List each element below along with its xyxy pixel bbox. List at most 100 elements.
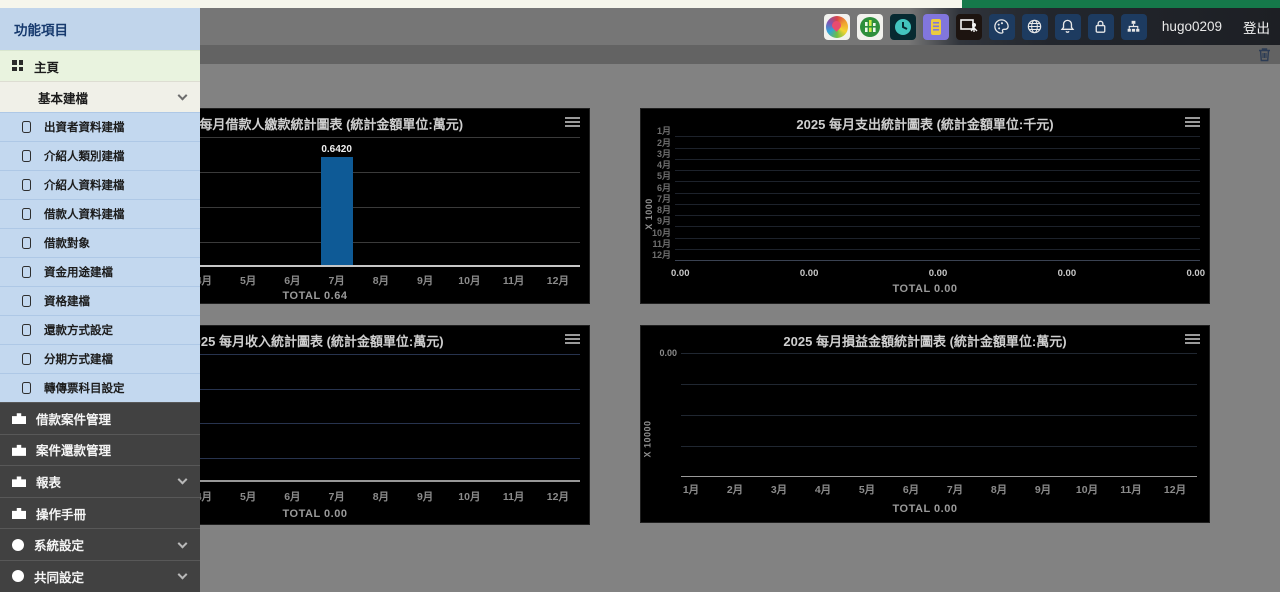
y-axis-tick: 0.00 [659, 348, 681, 358]
card-icon [22, 382, 31, 394]
chevron-down-icon [178, 570, 188, 580]
sidebar-item-label: 系統設定 [34, 535, 84, 554]
chart-panel-monthly-expense: 2025 每月支出統計圖表 (統計金額單位:千元) X 1000 1月 2月 3… [640, 108, 1210, 304]
app-logo-icon[interactable] [824, 14, 850, 40]
sidebar-sub-item[interactable]: 轉傳票科目設定 [0, 373, 200, 402]
card-icon [22, 353, 31, 365]
category-row: 9月 [675, 216, 1200, 227]
plot-area: 0.00 [681, 353, 1197, 477]
sidebar-sub-item[interactable]: 資格建檔 [0, 286, 200, 315]
x-axis-tick: 3月 [757, 482, 801, 497]
sitemap-glyph-icon [1125, 18, 1142, 35]
sidebar-sub-item[interactable]: 介紹人類別建檔 [0, 141, 200, 170]
scroll-app-icon[interactable] [923, 14, 949, 40]
sidebar-item-label: 報表 [36, 472, 61, 491]
x-axis-tick: 0.00 [1058, 268, 1077, 279]
category-row: 1月 [675, 126, 1200, 137]
palette-glyph-icon [993, 18, 1010, 35]
sidebar-item-system-settings[interactable]: 系統設定 [0, 528, 200, 560]
sidebar-item-label: 出資者資料建檔 [44, 119, 125, 135]
chevron-down-icon [178, 475, 188, 485]
chart-menu-icon[interactable] [565, 117, 580, 127]
sidebar-item-label: 主頁 [34, 57, 59, 76]
logout-link[interactable]: 登出 [1243, 17, 1270, 37]
chart-total-label: TOTAL 0.00 [641, 503, 1209, 515]
sidebar-group-basic[interactable]: 基本建檔 [0, 81, 200, 112]
x-axis-labels: 1月2月3月4月5月6月7月8月9月10月11月12月 [669, 482, 1197, 497]
x-axis-tick: 12月 [536, 273, 580, 288]
sidebar-sub-item[interactable]: 資金用途建檔 [0, 257, 200, 286]
x-axis-tick: 5月 [845, 482, 889, 497]
category-row: 2月 [675, 137, 1200, 148]
globe-glyph-icon [1026, 18, 1043, 35]
sidebar-item-manual[interactable]: 操作手冊 [0, 497, 200, 529]
chart-menu-icon[interactable] [1185, 334, 1200, 344]
globe-icon[interactable] [1022, 14, 1048, 40]
x-axis-tick: 8月 [359, 273, 403, 288]
sidebar-item-label: 案件還款管理 [36, 440, 111, 459]
x-axis-labels: 0.000.000.000.000.00 [671, 268, 1205, 279]
lock-glyph-icon [1092, 18, 1109, 35]
category-row: 6月 [675, 182, 1200, 193]
card-icon [22, 295, 31, 307]
card-icon [22, 150, 31, 162]
chart-title: 2025 每月損益金額統計圖表 (統計金額單位:萬元) [641, 331, 1209, 350]
x-axis-tick: 7月 [315, 489, 359, 504]
x-axis-tick: 11月 [492, 489, 536, 504]
sitemap-icon[interactable] [1121, 14, 1147, 40]
chart-menu-icon[interactable] [565, 334, 580, 344]
x-axis-tick: 9月 [403, 489, 447, 504]
x-axis-tick: 12月 [536, 489, 580, 504]
sidebar-item-reports[interactable]: 報表 [0, 465, 200, 497]
y-axis-tick: 12月 [647, 248, 671, 261]
chevron-down-icon [178, 91, 188, 101]
x-axis-tick: 0.00 [800, 268, 819, 279]
briefcase-icon [12, 507, 26, 519]
briefcase-icon [12, 412, 26, 424]
x-axis-tick: 6月 [270, 273, 314, 288]
trash-icon[interactable] [1258, 47, 1271, 62]
sidebar-item-home[interactable]: 主頁 [0, 50, 200, 81]
category-row: 4月 [675, 160, 1200, 171]
sidebar-sub-item[interactable]: 還款方式設定 [0, 315, 200, 344]
sidebar-sub-item[interactable]: 借款對象 [0, 228, 200, 257]
x-axis-tick: 0.00 [929, 268, 948, 279]
training-app-icon[interactable] [956, 14, 982, 40]
sidebar-sub-item[interactable]: 介紹人資料建檔 [0, 170, 200, 199]
x-axis-tick: 1月 [669, 482, 713, 497]
x-axis-tick: 10月 [447, 273, 491, 288]
bar-july [321, 157, 353, 265]
bell-icon[interactable] [1055, 14, 1081, 40]
card-icon [22, 121, 31, 133]
sidebar-sub-item[interactable]: 出資者資料建檔 [0, 112, 200, 141]
bank-app-icon[interactable] [857, 14, 883, 40]
sidebar-item-case-repayment[interactable]: 案件還款管理 [0, 434, 200, 466]
sidebar-item-label: 分期方式建檔 [44, 351, 113, 367]
clock-app-icon[interactable] [890, 14, 916, 40]
sidebar-sub-item[interactable]: 借款人資料建檔 [0, 199, 200, 228]
x-axis-tick: 7月 [933, 482, 977, 497]
sidebar-title: 功能項目 [0, 8, 200, 50]
colorful-swirl-icon [826, 16, 848, 38]
sidebar-sub-item[interactable]: 分期方式建檔 [0, 344, 200, 373]
card-icon [22, 266, 31, 278]
palette-icon[interactable] [989, 14, 1015, 40]
x-axis-tick: 10月 [447, 489, 491, 504]
category-row: 10月 [675, 227, 1200, 238]
username-label: hugo0209 [1162, 19, 1222, 34]
x-axis-tick: 0.00 [671, 268, 690, 279]
sidebar-item-loan-cases[interactable]: 借款案件管理 [0, 402, 200, 434]
sidebar-item-label: 資格建檔 [44, 293, 90, 309]
x-axis-tick: 5月 [226, 273, 270, 288]
sidebar-item-label: 借款對象 [44, 235, 90, 251]
x-axis-tick: 9月 [1021, 482, 1065, 497]
lock-icon[interactable] [1088, 14, 1114, 40]
card-icon [22, 324, 31, 336]
sidebar-item-label: 還款方式設定 [44, 322, 113, 338]
top-strip-green [962, 0, 1280, 8]
bar-value-label: 0.6420 [307, 144, 367, 155]
x-axis-tick: 11月 [1109, 482, 1153, 497]
sidebar-item-common-settings[interactable]: 共同設定 [0, 560, 200, 592]
chart-total-label: TOTAL 0.00 [641, 283, 1209, 295]
x-axis-tick: 5月 [226, 489, 270, 504]
